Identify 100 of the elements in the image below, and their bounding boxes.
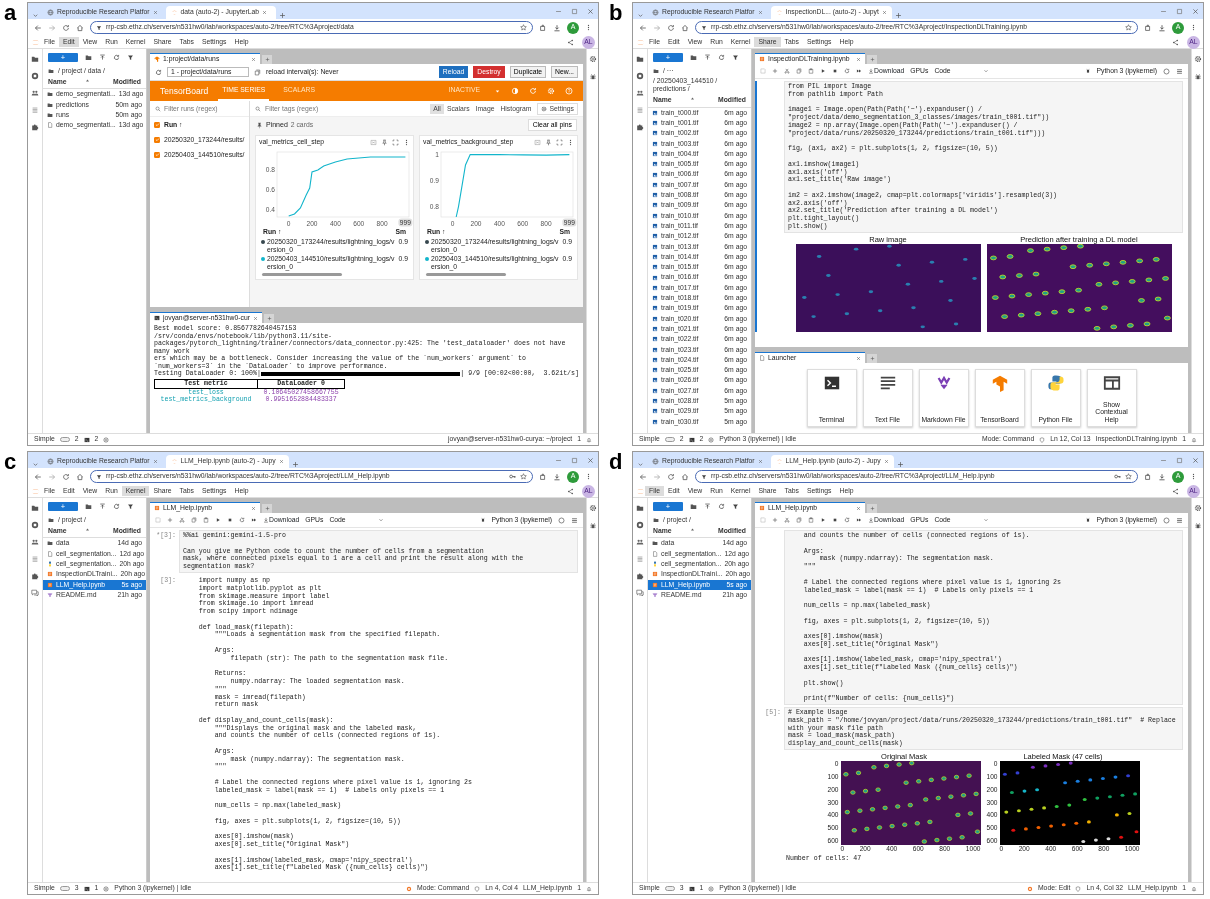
extensions-icon[interactable] <box>1144 472 1152 481</box>
list-icon[interactable] <box>636 106 644 114</box>
menu-icon[interactable] <box>571 516 578 524</box>
star-icon[interactable] <box>520 473 527 480</box>
new-folder-icon[interactable] <box>85 503 92 510</box>
scrollbar-thumb[interactable] <box>426 273 506 277</box>
cut-icon[interactable] <box>784 517 790 524</box>
debugger-icon[interactable] <box>1193 73 1202 81</box>
home-icon[interactable] <box>681 23 689 32</box>
refresh-icon[interactable] <box>718 503 725 510</box>
menu-icon[interactable] <box>585 473 592 480</box>
stop-circle-icon[interactable] <box>31 521 39 529</box>
key-icon[interactable] <box>509 473 516 480</box>
new-tab-button[interactable] <box>262 55 272 64</box>
puzzle-icon[interactable] <box>31 572 39 580</box>
download-icon[interactable] <box>553 472 561 481</box>
upload-icon[interactable] <box>99 503 106 510</box>
pin-icon[interactable] <box>545 138 552 146</box>
extensions-icon[interactable] <box>539 472 547 481</box>
stop-icon[interactable] <box>832 517 838 524</box>
paste-icon[interactable] <box>203 517 209 524</box>
paste-icon[interactable] <box>808 68 814 75</box>
home-icon[interactable] <box>76 472 84 481</box>
reload-icon[interactable] <box>667 23 675 32</box>
theme-icon[interactable] <box>511 87 519 96</box>
tab-list-icon[interactable] <box>32 12 39 19</box>
fast-forward-icon[interactable] <box>856 517 862 524</box>
chat-icon[interactable] <box>636 589 644 597</box>
close-icon[interactable] <box>856 505 861 511</box>
reload-icon[interactable] <box>62 472 70 481</box>
debugger-icon[interactable] <box>588 522 597 530</box>
shield-icon[interactable] <box>1039 436 1046 443</box>
menu-icon[interactable] <box>1176 516 1183 524</box>
checkbox[interactable] <box>154 136 160 143</box>
share-icon[interactable] <box>1172 38 1179 46</box>
add-cell-icon[interactable] <box>772 517 778 524</box>
reload-icon[interactable] <box>62 23 70 32</box>
bell-icon[interactable] <box>1191 436 1197 443</box>
help-icon[interactable] <box>565 87 573 96</box>
new-tab-button[interactable] <box>264 314 274 323</box>
forward-icon[interactable] <box>48 472 56 481</box>
download-icon[interactable] <box>1158 472 1166 481</box>
debugger-icon[interactable] <box>1084 68 1091 75</box>
download-icon[interactable] <box>1158 23 1166 32</box>
folder-icon[interactable] <box>653 68 659 75</box>
refresh-icon[interactable] <box>113 503 120 510</box>
users-icon[interactable] <box>31 89 39 97</box>
refresh-icon[interactable] <box>718 54 725 61</box>
bell-icon[interactable] <box>1191 885 1197 892</box>
copy-icon[interactable] <box>796 68 802 75</box>
pin-icon[interactable] <box>381 138 388 146</box>
new-tab-icon[interactable] <box>291 461 299 468</box>
tab-list-icon[interactable] <box>32 461 39 468</box>
status-circle-icon[interactable] <box>406 885 413 892</box>
extensions-icon[interactable] <box>1144 23 1152 32</box>
filter-icon[interactable] <box>127 503 134 510</box>
copy-icon[interactable] <box>191 517 197 524</box>
folder-icon[interactable] <box>48 68 54 75</box>
folder-icon[interactable] <box>48 517 54 524</box>
folder-icon[interactable] <box>636 504 644 512</box>
star-icon[interactable] <box>1125 24 1132 31</box>
stop-circle-icon[interactable] <box>636 521 644 529</box>
upload-icon[interactable] <box>704 54 711 61</box>
new-tab-button[interactable] <box>867 354 877 363</box>
shield-icon[interactable] <box>1075 885 1082 892</box>
back-icon[interactable] <box>639 23 647 32</box>
toggle-switch[interactable] <box>664 886 675 891</box>
extensions-icon[interactable] <box>539 23 547 32</box>
restart-icon[interactable] <box>844 68 850 75</box>
share-icon[interactable] <box>1172 487 1179 495</box>
stop-circle-icon[interactable] <box>31 72 39 80</box>
new-tab-button[interactable] <box>262 504 272 513</box>
folder-icon[interactable] <box>653 517 659 524</box>
refresh-icon[interactable] <box>155 68 162 76</box>
fast-forward-icon[interactable] <box>856 68 862 75</box>
close-icon[interactable] <box>262 10 268 15</box>
folder-icon[interactable] <box>31 55 39 63</box>
share-icon[interactable] <box>567 38 574 46</box>
maximize-icon[interactable] <box>571 7 578 15</box>
bell-icon[interactable] <box>586 436 592 443</box>
debugger-icon[interactable] <box>479 517 486 524</box>
add-cell-icon[interactable] <box>167 517 173 524</box>
terminal-icon[interactable] <box>83 885 90 892</box>
folder-icon[interactable] <box>636 55 644 63</box>
filter-icon[interactable] <box>127 54 134 61</box>
close-icon[interactable] <box>1192 456 1199 464</box>
new-folder-icon[interactable] <box>85 54 92 61</box>
status-circle-icon[interactable] <box>1026 885 1033 892</box>
scrollbar-thumb[interactable] <box>262 273 342 277</box>
folder-icon[interactable] <box>31 504 39 512</box>
back-icon[interactable] <box>639 472 647 481</box>
dropdown-icon[interactable] <box>494 87 501 95</box>
menu-icon[interactable] <box>585 24 592 31</box>
toggle-switch[interactable] <box>664 437 675 442</box>
forward-icon[interactable] <box>653 23 661 32</box>
debugger-icon[interactable] <box>1084 517 1091 524</box>
filter-icon[interactable] <box>732 503 739 510</box>
home-icon[interactable] <box>681 472 689 481</box>
back-icon[interactable] <box>34 472 42 481</box>
menu-icon[interactable] <box>1190 24 1197 31</box>
